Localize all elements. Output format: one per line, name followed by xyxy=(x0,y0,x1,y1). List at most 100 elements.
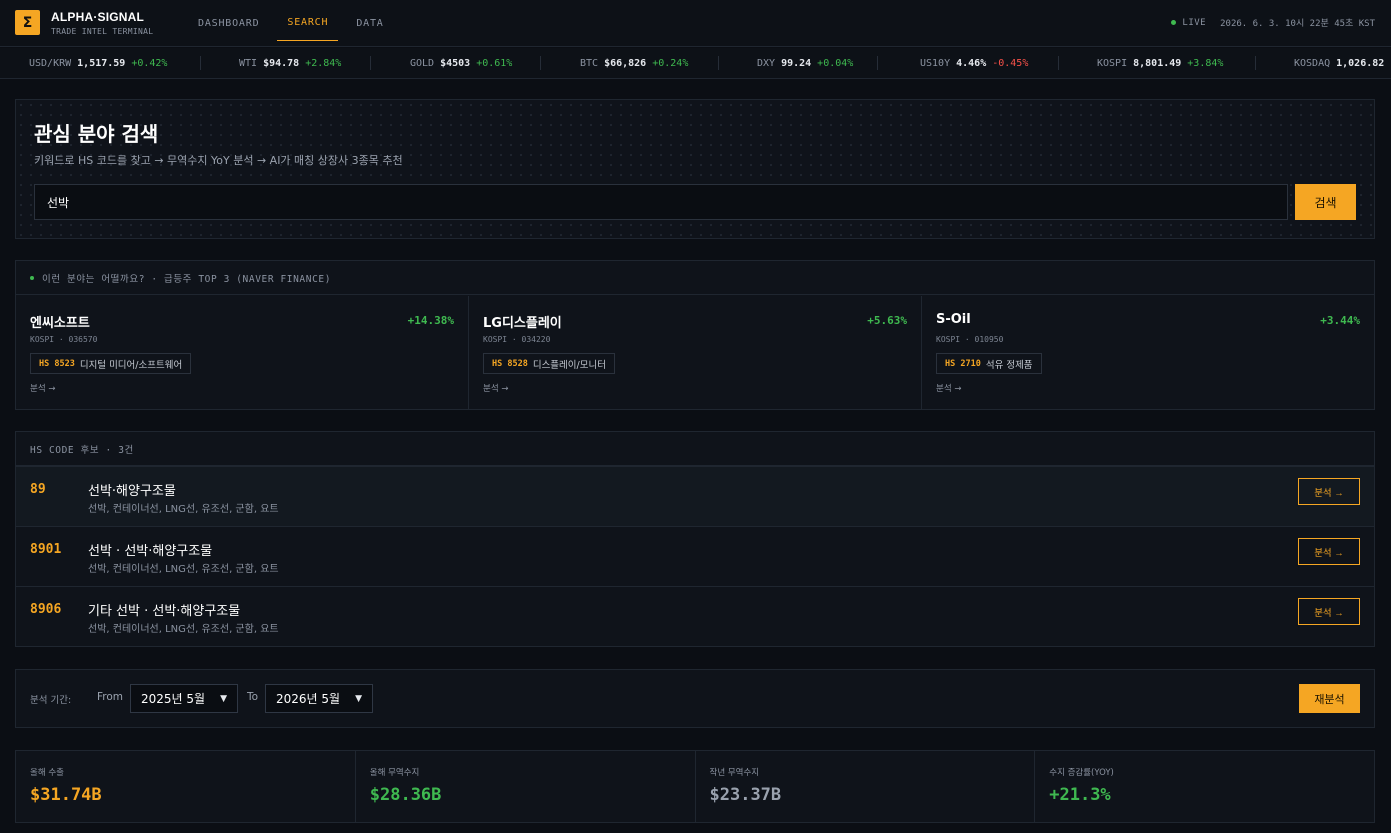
stock-card[interactable]: LG디스플레이 +5.63% KOSPI · 034220 HS 8528 디스… xyxy=(469,296,922,410)
ticker-item-kospi: KOSPI 8,801.49 +3.84% xyxy=(1097,48,1223,78)
ticker-symbol: GOLD xyxy=(410,57,435,69)
ticker-symbol: DXY xyxy=(757,57,776,69)
trending-cards: 엔씨소프트 +14.38% KOSPI · 036570 HS 8523 디지털… xyxy=(16,296,1374,410)
kpi-value: $23.37B xyxy=(709,785,782,805)
stock-name: S-Oil xyxy=(936,312,971,327)
ticker-symbol: KOSDAQ xyxy=(1294,57,1331,69)
kpi-value: $31.74B xyxy=(30,785,102,805)
stock-meta: KOSPI · 034220 xyxy=(483,335,551,344)
analyze-button[interactable]: 분석 → xyxy=(1298,538,1360,565)
kpi-panel: 올해 수출 $31.74B 올해 무역수지 $28.36B 작년 무역수지 $2… xyxy=(15,750,1375,823)
top-bar: Σ ALPHA·SIGNAL TRADE INTEL TERMINAL DASH… xyxy=(0,0,1391,47)
to-label: To xyxy=(247,691,259,703)
hs-code: 89 xyxy=(30,482,46,497)
stock-card[interactable]: 엔씨소프트 +14.38% KOSPI · 036570 HS 8523 디지털… xyxy=(16,296,469,410)
ticker-change: +2.84% xyxy=(305,57,342,69)
clock: 2026. 6. 3. 10시 22분 45초 KST xyxy=(1220,19,1375,29)
hs-name: 선박 · 선박·해양구조물 xyxy=(88,544,213,559)
hs-tag: HS 2710 석유 정제품 xyxy=(936,353,1042,374)
kpi-label: 올해 수출 xyxy=(30,768,64,778)
ticker-divider xyxy=(877,56,878,70)
ticker-change: +3.84% xyxy=(1187,57,1224,69)
kpi-card: 올해 수출 $31.74B xyxy=(16,751,356,822)
ticker-change: +0.42% xyxy=(131,57,168,69)
ticker-symbol: BTC xyxy=(580,57,599,69)
from-select[interactable]: 2025년 5월 ▼ xyxy=(130,684,238,713)
trending-header: 이런 분야는 어떨까요? · 급등주 TOP 3 (NAVER FINANCE) xyxy=(16,261,1374,295)
stock-name: 엔씨소프트 xyxy=(30,316,90,331)
hs-category: 디지털 미디어/소프트웨어 xyxy=(79,359,183,371)
nav-dashboard[interactable]: DASHBOARD xyxy=(188,5,269,41)
analyze-button[interactable]: 분석 → xyxy=(1298,478,1360,505)
ticker-value: 1,026.82 xyxy=(1336,57,1385,69)
hs-category: 디스플레이/모니터 xyxy=(532,359,606,371)
hs-description: 선박, 컨테이너선, LNG선, 유조선, 군함, 요트 xyxy=(88,624,279,635)
ticker-divider xyxy=(200,56,201,70)
kpi-value: $28.36B xyxy=(369,785,442,805)
search-input[interactable] xyxy=(34,184,1288,220)
ticker-divider xyxy=(540,56,541,70)
analyze-link[interactable]: 분석 → xyxy=(483,382,508,394)
ticker-change: +0.24% xyxy=(652,57,689,69)
search-panel: 관심 분야 검색 키워드로 HS 코드를 찾고 → 무역수지 YoY 분석 → … xyxy=(15,99,1375,239)
ticker-change: -0.45% xyxy=(992,57,1029,69)
to-select-value: 2026년 5월 xyxy=(276,692,341,706)
ticker-change: +0.61% xyxy=(476,57,513,69)
market-ticker: USD/KRW 1,517.59 +0.42% WTI $94.78 +2.84… xyxy=(0,48,1391,79)
analyze-link[interactable]: 분석 → xyxy=(30,382,55,394)
page-title: 관심 분야 검색 xyxy=(34,122,159,146)
stock-card[interactable]: S-Oil +3.44% KOSPI · 010950 HS 2710 석유 정… xyxy=(922,296,1374,410)
ticker-divider xyxy=(370,56,371,70)
logo-icon[interactable]: Σ xyxy=(15,10,40,35)
kpi-value: +21.3% xyxy=(1049,785,1111,805)
ticker-divider xyxy=(1255,56,1256,70)
to-select[interactable]: 2026년 5월 ▼ xyxy=(265,684,373,713)
kpi-card: 수지 증감률(YOY) +21.3% xyxy=(1035,751,1374,822)
ticker-item-wti: WTI $94.78 +2.84% xyxy=(239,48,341,78)
chevron-down-icon: ▼ xyxy=(220,693,227,704)
ticker-value: $66,826 xyxy=(604,57,647,69)
kpi-label: 수지 증감률(YOY) xyxy=(1049,768,1114,778)
brand-subtitle: TRADE INTEL TERMINAL xyxy=(51,27,154,36)
period-panel: 분석 기간: From 2025년 5월 ▼ To 2026년 5월 ▼ 재분석 xyxy=(15,669,1375,728)
ticker-value: 8,801.49 xyxy=(1133,57,1182,69)
ticker-item-dxy: DXY 99.24 +0.04% xyxy=(757,48,853,78)
nav-data[interactable]: DATA xyxy=(346,5,393,41)
from-label: From xyxy=(97,691,124,703)
from-select-value: 2025년 5월 xyxy=(141,692,206,706)
hs-code: 8906 xyxy=(30,602,62,617)
stock-name: LG디스플레이 xyxy=(483,316,562,331)
ticker-value: $94.78 xyxy=(263,57,300,69)
kpi-label: 작년 무역수지 xyxy=(709,768,760,778)
kpi-card: 작년 무역수지 $23.37B xyxy=(696,751,1036,822)
hs-tag: HS 8523 디지털 미디어/소프트웨어 xyxy=(30,353,192,374)
stock-change: +3.44% xyxy=(1320,314,1360,327)
page-subtitle: 키워드로 HS 코드를 찾고 → 무역수지 YoY 분석 → AI가 매칭 상장… xyxy=(34,154,403,167)
hs-row[interactable]: 8901 선박 · 선박·해양구조물 선박, 컨테이너선, LNG선, 유조선,… xyxy=(16,526,1374,586)
trending-panel: 이런 분야는 어떨까요? · 급등주 TOP 3 (NAVER FINANCE)… xyxy=(15,260,1375,410)
reanalyze-button[interactable]: 재분석 xyxy=(1299,684,1360,713)
search-button[interactable]: 검색 xyxy=(1295,184,1356,220)
hs-code: 8901 xyxy=(30,542,62,557)
hs-row[interactable]: 8906 기타 선박 · 선박·해양구조물 선박, 컨테이너선, LNG선, 유… xyxy=(16,586,1374,646)
hs-name: 기타 선박 · 선박·해양구조물 xyxy=(88,604,241,619)
hs-candidates-panel: HS CODE 후보 · 3건 89 선박·해양구조물 선박, 컨테이너선, L… xyxy=(15,431,1375,647)
live-label: LIVE xyxy=(1182,17,1207,28)
ticker-value: $4503 xyxy=(440,57,471,69)
ticker-value: 4.46% xyxy=(956,57,987,69)
live-status: LIVE 2026. 6. 3. 10시 22분 45초 KST xyxy=(1171,16,1375,29)
analyze-button[interactable]: 분석 → xyxy=(1298,598,1360,625)
ticker-symbol: US10Y xyxy=(920,57,951,69)
stock-meta: KOSPI · 036570 xyxy=(30,335,98,344)
ticker-symbol: KOSPI xyxy=(1097,57,1128,69)
hs-tag: HS 8528 디스플레이/모니터 xyxy=(483,353,615,374)
stock-change: +5.63% xyxy=(867,314,907,327)
nav-search[interactable]: SEARCH xyxy=(277,5,339,41)
ticker-symbol: USD/KRW xyxy=(29,57,72,69)
hs-row[interactable]: 89 선박·해양구조물 선박, 컨테이너선, LNG선, 유조선, 군함, 요트… xyxy=(16,466,1374,526)
ticker-change: +0.04% xyxy=(817,57,854,69)
hs-category: 석유 정제품 xyxy=(985,359,1033,371)
analyze-link[interactable]: 분석 → xyxy=(936,382,961,394)
ticker-item-kosdaq: KOSDAQ 1,026.82 xyxy=(1294,48,1390,78)
stock-change: +14.38% xyxy=(407,314,454,327)
